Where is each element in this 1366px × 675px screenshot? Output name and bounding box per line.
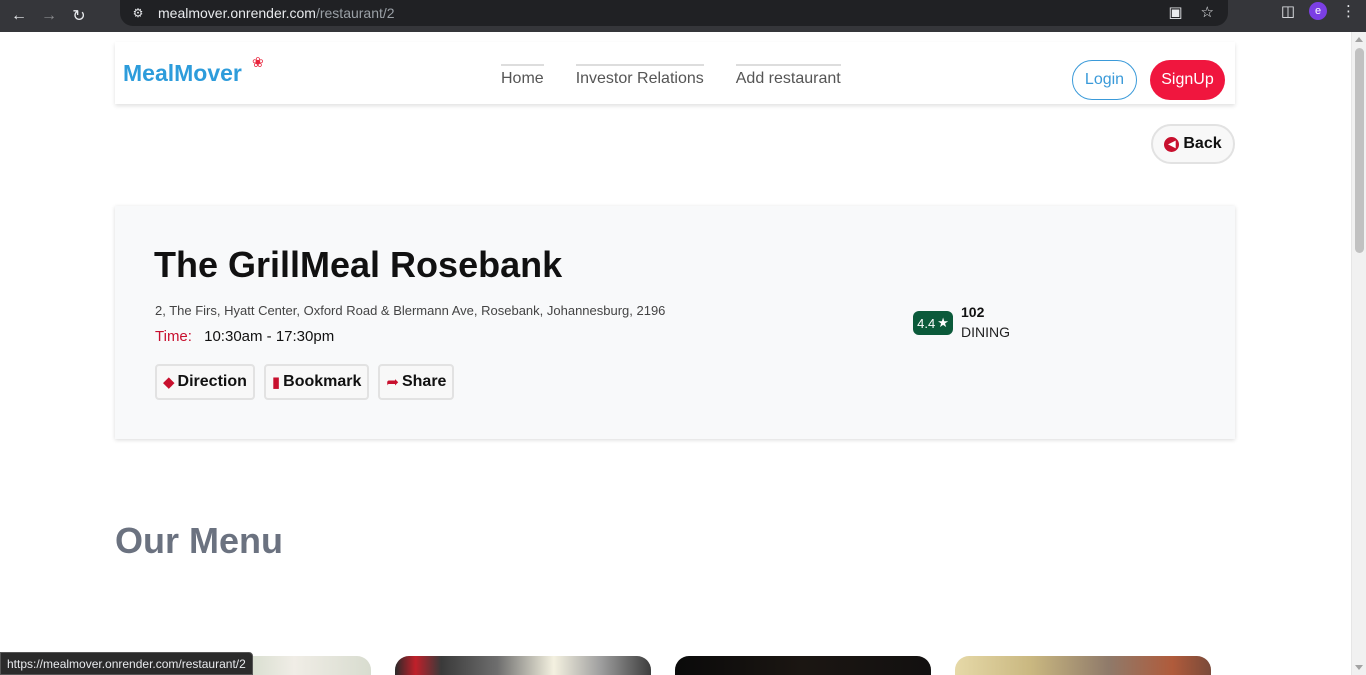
arrow-circle-left-icon: ◀: [1164, 136, 1180, 152]
bookmark-label: Bookmark: [283, 373, 362, 390]
site-info-icon[interactable]: ⚙: [130, 5, 146, 21]
link-status-bar: https://mealmover.onrender.com/restauran…: [0, 652, 253, 675]
login-button[interactable]: Login: [1072, 60, 1137, 100]
time-label: Time:: [155, 328, 192, 345]
restaurant-address: 2, The Firs, Hyatt Center, Oxford Road &…: [155, 303, 666, 318]
star-bookmark-icon[interactable]: ☆: [1201, 3, 1214, 21]
nav-link-add-restaurant[interactable]: Add restaurant: [735, 64, 841, 88]
scroll-up-icon[interactable]: [1355, 37, 1363, 42]
opening-hours: Time: 10:30am - 17:30pm: [155, 328, 334, 345]
share-label: Share: [401, 373, 447, 390]
url-path: /restaurant/2: [315, 5, 395, 21]
url-host: mealmover.onrender.com: [158, 5, 316, 21]
back-button-label: Back: [1183, 135, 1222, 152]
url-text[interactable]: mealmover.onrender.com/restaurant/2: [158, 5, 395, 21]
forward-arrow-icon[interactable]: →: [38, 5, 60, 27]
menu-item-card[interactable]: [395, 656, 651, 675]
rating-type: DINING: [961, 324, 1010, 340]
time-value: 10:30am - 17:30pm: [204, 328, 335, 345]
install-app-icon[interactable]: ▣: [1168, 3, 1182, 21]
menu-item-card[interactable]: [675, 656, 931, 675]
nav-link-home[interactable]: Home: [501, 64, 544, 88]
site-logo[interactable]: MealMover: [123, 60, 242, 87]
profile-avatar[interactable]: e: [1309, 2, 1327, 20]
rating-count: 102: [961, 304, 985, 320]
nav-link-investor-relations[interactable]: Investor Relations: [575, 64, 704, 88]
address-bar[interactable]: ⚙ mealmover.onrender.com/restaurant/2 ▣ …: [120, 0, 1228, 26]
bookmark-button[interactable]: ▮ Bookmark: [263, 364, 370, 400]
scroll-down-icon[interactable]: [1355, 665, 1363, 670]
back-arrow-icon[interactable]: ←: [8, 5, 30, 27]
scroll-thumb[interactable]: [1355, 48, 1364, 253]
menu-heading: Our Menu: [115, 520, 283, 561]
direction-label: Direction: [177, 373, 247, 390]
page-content: MealMover ❀ Home Investor Relations Add …: [0, 32, 1351, 675]
more-menu-icon[interactable]: ⋮: [1341, 2, 1356, 20]
menu-item-card[interactable]: [955, 656, 1211, 675]
star-icon: ★: [937, 315, 949, 330]
restaurant-card: The GrillMeal Rosebank 2, The Firs, Hyat…: [115, 206, 1235, 439]
nav-links: Home Investor Relations Add restaurant: [501, 64, 841, 88]
rating-value: 4.4: [917, 315, 936, 331]
share-button[interactable]: ➦ Share: [378, 364, 455, 400]
page-scrollbar[interactable]: [1351, 32, 1366, 675]
bookmark-icon: ▮: [271, 374, 281, 391]
browser-toolbar: ← → ↻ ⚙ mealmover.onrender.com/restauran…: [0, 0, 1366, 32]
action-buttons: ◆ Direction ▮ Bookmark ➦ Share: [155, 364, 455, 400]
direction-sign-icon: ◆: [163, 374, 175, 391]
share-arrow-icon: ➦: [386, 374, 399, 391]
signup-button[interactable]: SignUp: [1150, 60, 1225, 100]
rating-badge: 4.4 ★: [913, 311, 953, 335]
back-button[interactable]: ◀ Back: [1151, 124, 1235, 164]
site-navbar: MealMover ❀ Home Investor Relations Add …: [115, 42, 1235, 104]
extensions-icon[interactable]: ◫: [1281, 2, 1295, 20]
medal-icon: ❀: [252, 54, 264, 70]
restaurant-name: The GrillMeal Rosebank: [154, 244, 563, 285]
direction-button[interactable]: ◆ Direction: [155, 364, 255, 400]
reload-icon[interactable]: ↻: [68, 5, 90, 27]
